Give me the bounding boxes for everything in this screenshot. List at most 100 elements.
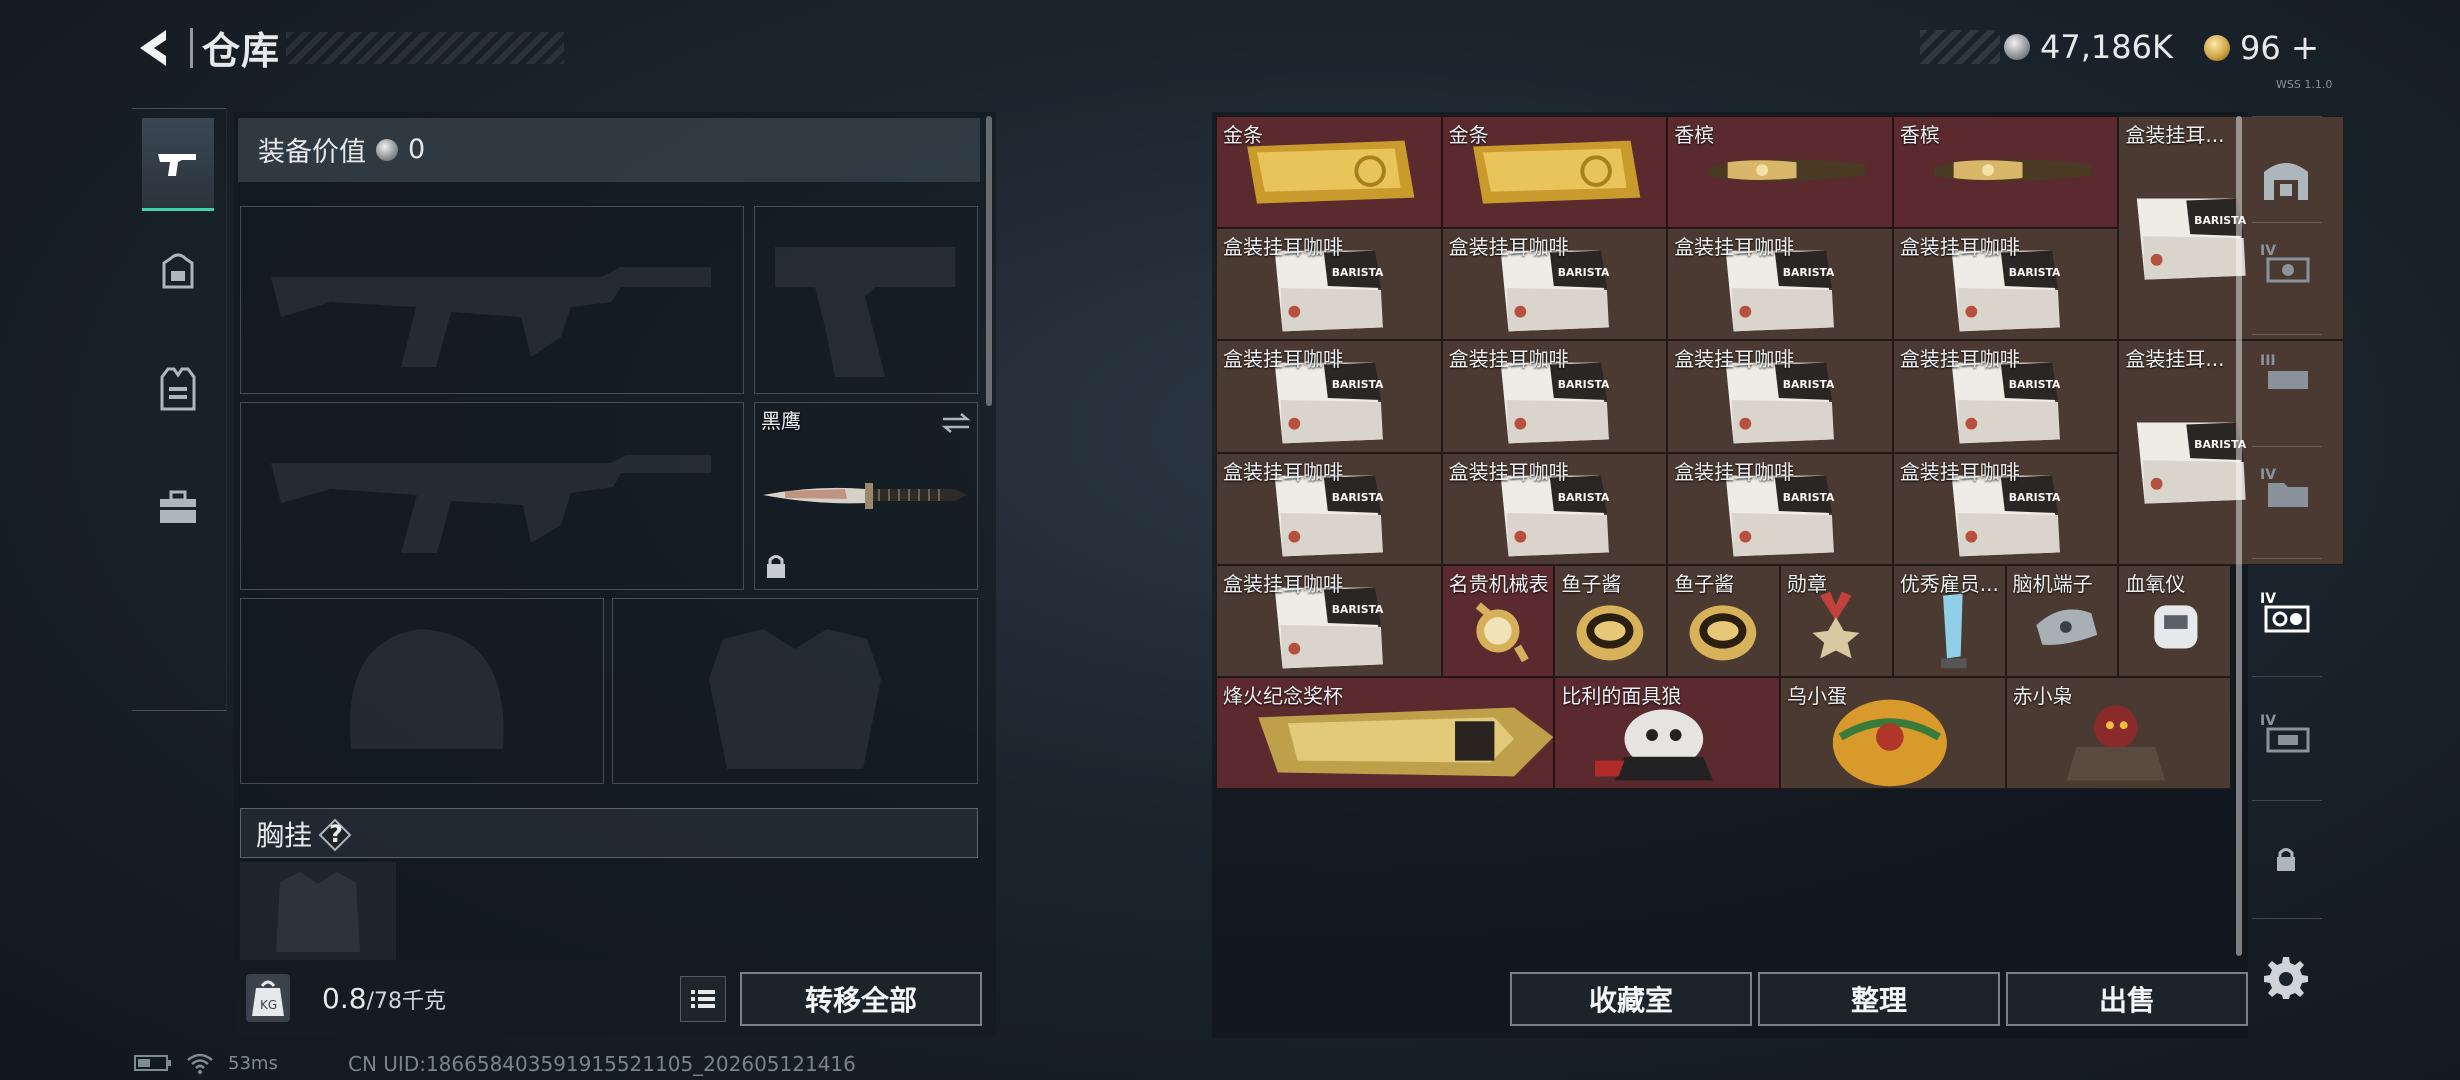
collection-room-button[interactable]: 收藏室 xyxy=(1510,972,1752,1026)
inventory-item-coffee[interactable]: BARISTA 盒装挂耳咖啡 xyxy=(1216,340,1442,453)
inventory-item-caviar[interactable]: 鱼子酱 xyxy=(1554,564,1668,677)
inventory-item-big-trophy[interactable]: 烽火纪念奖杯 xyxy=(1216,677,1555,790)
storage-tab-3[interactable]: IV xyxy=(2256,454,2316,524)
inventory-item-coffee[interactable]: BARISTA 盒装挂耳咖啡 xyxy=(1667,228,1893,341)
tab-vest[interactable] xyxy=(142,344,214,434)
inventory-item-gold-bar[interactable]: 金条 xyxy=(1441,116,1668,229)
vest-icon xyxy=(160,367,196,411)
rifle-silhouette-icon xyxy=(271,267,711,367)
inventory-item-oximeter[interactable]: 血氧仪 xyxy=(2118,564,2232,677)
inventory-item-coffee[interactable]: BARISTA 盒装挂耳咖啡 xyxy=(1667,340,1893,453)
help-icon[interactable]: ? xyxy=(318,818,352,852)
equipment-value: 装备价值 0 xyxy=(258,130,425,169)
svg-text:BARISTA: BARISTA xyxy=(1557,491,1609,504)
item-label: 盒装挂耳咖啡 xyxy=(1448,235,1569,260)
gold-currency[interactable]: 96 + xyxy=(2204,28,2319,68)
inventory-item-coffee[interactable]: BARISTA 盒装挂耳咖啡 xyxy=(1892,340,2119,453)
inventory-scrollbar[interactable] xyxy=(2236,116,2242,956)
storage-tab-active[interactable]: IV xyxy=(2256,580,2316,650)
tab-weapons[interactable] xyxy=(142,118,214,211)
inventory-item-coffee[interactable]: BARISTA 盒装挂耳咖啡 xyxy=(1441,452,1668,565)
body-armor-slot[interactable] xyxy=(612,598,978,784)
equipment-value-label: 装备价值 xyxy=(258,137,366,168)
transfer-all-button[interactable]: 转移全部 xyxy=(740,972,982,1026)
user-uid: CN UID:18665840359191552110​5_2026051214… xyxy=(348,1052,856,1076)
sell-button[interactable]: 出售 xyxy=(2006,972,2248,1026)
svg-text:BARISTA: BARISTA xyxy=(1557,266,1609,279)
item-label: 烽火纪念奖杯 xyxy=(1223,684,1343,708)
warehouse-tab[interactable] xyxy=(2256,144,2316,214)
help-mark: ? xyxy=(329,820,343,848)
inventory-item-watch[interactable]: 名贵机械表 xyxy=(1441,564,1555,677)
helmet-slot[interactable] xyxy=(240,598,604,784)
melee-slot[interactable]: 黑鹰 xyxy=(754,402,978,590)
item-label: 盒装挂耳... xyxy=(2125,347,2225,372)
storage-tab-1[interactable]: IV xyxy=(2256,230,2316,300)
silver-currency[interactable]: 47,186K xyxy=(2004,28,2173,66)
item-label: 盒装挂耳咖啡 xyxy=(1223,571,1343,596)
item-label: 盒装挂耳咖啡 xyxy=(1899,347,2020,372)
inventory-item-coffee[interactable]: BARISTA 盒装挂耳咖啡 xyxy=(1667,452,1893,565)
knife-name: 黑鹰 xyxy=(761,409,801,433)
weight-readout: 0.8/78千克 xyxy=(322,982,446,1015)
gold-amount: 96 xyxy=(2240,29,2281,67)
item-label: 优秀雇员... xyxy=(1899,571,1999,596)
inventory-item-device[interactable]: 脑机端子 xyxy=(2005,564,2119,677)
primary-weapon-slot[interactable] xyxy=(240,206,744,394)
svg-text:BARISTA: BARISTA xyxy=(2009,491,2061,504)
storage-iii-icon: III xyxy=(2260,353,2308,389)
secondary-weapon-slot[interactable] xyxy=(240,402,744,590)
svg-text:IV: IV xyxy=(2260,243,2276,259)
page-title: 仓库 xyxy=(202,29,281,73)
inventory-item-coffee[interactable]: BARISTA 盒装挂耳咖啡 xyxy=(1216,452,1442,565)
silver-coin-icon xyxy=(2004,34,2030,60)
organize-button[interactable]: 整理 xyxy=(1758,972,2000,1026)
item-label: 盒装挂耳咖啡 xyxy=(1899,459,2020,484)
settings-button[interactable] xyxy=(2256,942,2316,1012)
pistol-silhouette-icon xyxy=(775,247,955,377)
storage-iv-icon: IV xyxy=(2260,243,2310,283)
inventory-item-coffee[interactable]: BARISTA 盒装挂耳咖啡 xyxy=(1441,340,1668,453)
inventory-item-champagne[interactable]: 香槟 xyxy=(1892,116,2119,229)
chest-rig-slot[interactable] xyxy=(240,862,396,962)
lock-icon xyxy=(2277,848,2295,871)
tab-toolbox[interactable] xyxy=(142,462,214,552)
gold-plus[interactable]: + xyxy=(2291,28,2320,68)
item-label: 香槟 xyxy=(1899,123,1940,147)
storage-iv-active-icon: IV xyxy=(2260,591,2310,633)
svg-text:BARISTA: BARISTA xyxy=(1783,266,1835,279)
item-label: 赤小枭 xyxy=(2012,684,2073,708)
inventory-item-coffee[interactable]: BARISTA 盒装挂耳咖啡 xyxy=(1216,228,1442,341)
rifle-silhouette-icon xyxy=(271,455,711,553)
inventory-item-caviar[interactable]: 鱼子酱 xyxy=(1667,564,1780,677)
inventory-item-coffee[interactable]: BARISTA 盒装挂耳咖啡 xyxy=(1216,564,1442,677)
chest-rig-label: 胸挂 xyxy=(256,819,313,852)
inventory-item-coffee[interactable]: BARISTA 盒装挂耳咖啡 xyxy=(1892,228,2119,341)
locked-storage-tab[interactable] xyxy=(2256,824,2316,894)
inventory-item-trophy[interactable]: 优秀雇员... xyxy=(1892,564,2006,677)
item-label: 勋章 xyxy=(1787,571,1827,596)
item-label: 盒装挂耳咖啡 xyxy=(1223,459,1343,484)
inventory-item-coffee[interactable]: BARISTA 盒装挂耳咖啡 xyxy=(1441,228,1668,341)
item-label: 盒装挂耳咖啡 xyxy=(1448,459,1569,484)
pistol-slot[interactable] xyxy=(754,206,978,394)
inventory-item-puppet[interactable]: 比利的面具狼 xyxy=(1554,677,1780,790)
back-arrow-icon[interactable] xyxy=(132,26,176,70)
inventory-item-egg[interactable]: 乌小蛋 xyxy=(1780,677,2006,790)
svg-text:BARISTA: BARISTA xyxy=(1783,379,1835,392)
storage-tab-2[interactable]: III xyxy=(2256,340,2316,410)
svg-text:III: III xyxy=(2260,353,2276,369)
inventory-item-figure[interactable]: 赤小枭 xyxy=(2005,677,2232,790)
inventory-item-coffee[interactable]: BARISTA 盒装挂耳咖啡 xyxy=(1892,452,2119,565)
svg-text:BARISTA: BARISTA xyxy=(1332,379,1384,392)
list-view-button[interactable] xyxy=(680,976,726,1022)
storage-tab-4[interactable]: IV xyxy=(2256,700,2316,770)
inventory-item-gold-bar[interactable]: 金条 xyxy=(1216,116,1442,229)
svg-text:BARISTA: BARISTA xyxy=(1557,379,1609,392)
inventory-item-medal[interactable]: 勋章 xyxy=(1780,564,1893,677)
tab-backpack[interactable] xyxy=(142,226,214,316)
item-label: 比利的面具狼 xyxy=(1561,684,1682,708)
inventory-grid: 金条 金条 香槟 香槟 BARISTA 盒装挂耳... BARISTA 盒装挂耳咖啡 BARIS… xyxy=(1216,116,2344,792)
equipment-scrollbar[interactable] xyxy=(986,116,992,406)
inventory-item-champagne[interactable]: 香槟 xyxy=(1667,116,1893,229)
